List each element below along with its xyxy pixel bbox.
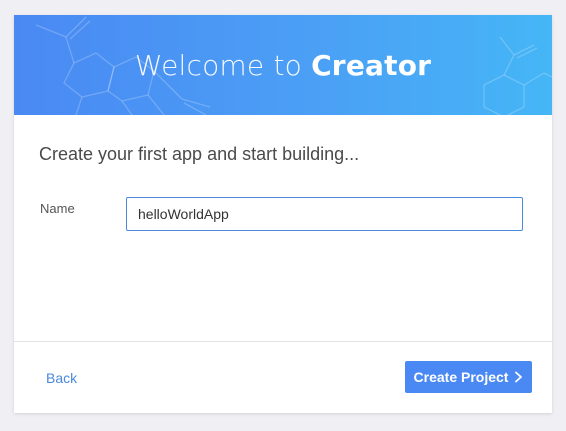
form-subtitle: Create your first app and start building… xyxy=(39,144,360,164)
footer-divider xyxy=(14,341,552,342)
welcome-dialog: Welcome to Creator Create your first app… xyxy=(14,15,552,413)
create-project-label: Create Project xyxy=(413,369,509,385)
create-project-button[interactable]: Create Project xyxy=(405,361,532,393)
name-input[interactable] xyxy=(126,197,523,231)
banner-title-bold: Creator xyxy=(311,49,432,82)
chevron-right-icon xyxy=(515,371,523,383)
back-button[interactable]: Back xyxy=(46,370,77,386)
welcome-banner: Welcome to Creator xyxy=(14,15,552,115)
banner-title-light: Welcome to xyxy=(134,49,312,82)
banner-title: Welcome to Creator xyxy=(14,49,552,83)
name-label: Name xyxy=(40,201,75,216)
